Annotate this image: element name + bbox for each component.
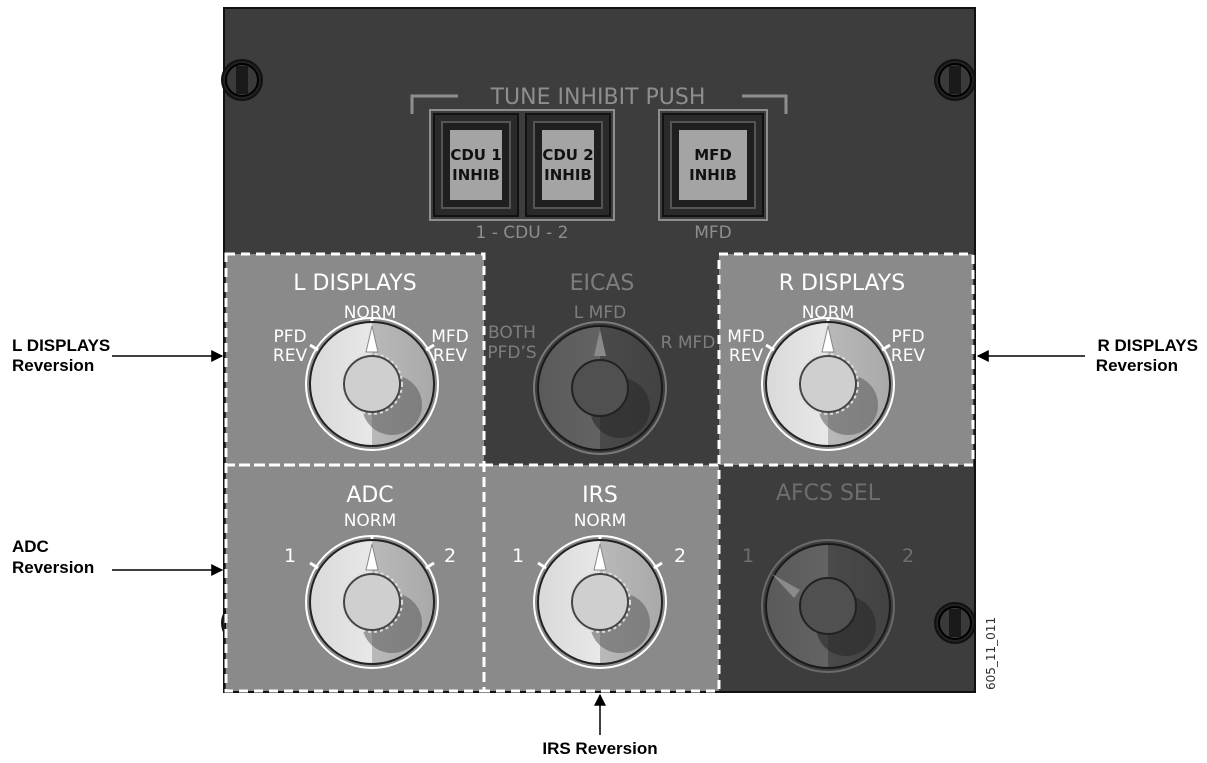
adc-title: ADC: [346, 483, 393, 508]
cdu2-inhibit-button[interactable]: CDU 2 INHIB: [525, 113, 611, 217]
irs-position-2-label: 2: [674, 545, 686, 567]
cdu1-inhibit-label-line1: CDU 1: [450, 146, 501, 164]
l-displays-pfd-rev-label: REV: [273, 346, 308, 366]
control-panel-diagram: TUNE INHIBIT PUSH 1 - CDU - 2 MFD CDU 1 …: [12, 7, 1198, 758]
eicas-pfds-label: PFD’S: [487, 343, 536, 363]
afcs-sel-title: AFCS SEL: [776, 481, 881, 506]
l-displays-callout-line2: Reversion: [12, 356, 94, 375]
r-displays-callout: R DISPLAYS Reversion: [976, 336, 1198, 375]
l-displays-title: L DISPLAYS: [293, 271, 416, 296]
afcs-position-2-label: 2: [902, 545, 914, 567]
eicas-lmfd-label: L MFD: [574, 303, 626, 323]
r-displays-callout-line1: R DISPLAYS: [1098, 336, 1198, 355]
adc-callout-line1: ADC: [12, 537, 49, 556]
tune-inhibit-label: TUNE INHIBIT PUSH: [490, 85, 706, 110]
screw-top-left-icon: [221, 59, 263, 101]
figure-id-label: 605_11_011: [984, 617, 998, 690]
mfd-inhibit-label-line2: INHIB: [689, 166, 737, 184]
adc-callout-line2: Reversion: [12, 558, 94, 577]
r-displays-title: R DISPLAYS: [779, 271, 905, 296]
cdu1-inhibit-button[interactable]: CDU 1 INHIB: [433, 113, 519, 217]
mfd-inhibit-button[interactable]: MFD INHIB: [662, 113, 764, 217]
mfd-inhibit-label-line1: MFD: [694, 146, 732, 164]
irs-norm-label: NORM: [574, 511, 627, 531]
adc-position-1-label: 1: [284, 545, 296, 567]
eicas-both-label: BOTH: [488, 323, 536, 343]
l-displays-mfd-label: MFD: [431, 327, 469, 347]
eicas-title: EICAS: [570, 271, 635, 296]
l-displays-callout-line1: L DISPLAYS: [12, 336, 110, 355]
cdu2-inhibit-label-line2: INHIB: [544, 166, 592, 184]
l-displays-pfd-label: PFD: [273, 327, 306, 347]
adc-norm-label: NORM: [344, 511, 397, 531]
adc-position-2-label: 2: [444, 545, 456, 567]
irs-position-1-label: 1: [512, 545, 524, 567]
afcs-position-1-label: 1: [742, 545, 754, 567]
r-displays-callout-line2: Reversion: [1096, 356, 1178, 375]
screw-bottom-right-icon: [934, 602, 976, 644]
screw-top-right-icon: [934, 59, 976, 101]
eicas-rmfd-label: R MFD: [661, 333, 716, 353]
r-displays-mfd-rev-label: REV: [729, 346, 764, 366]
r-displays-pfd-label: PFD: [891, 327, 924, 347]
irs-callout-line1: IRS Reversion: [542, 739, 657, 758]
cdu2-inhibit-label-line1: CDU 2: [542, 146, 593, 164]
l-displays-mfd-rev-label: REV: [433, 346, 468, 366]
irs-callout: IRS Reversion: [542, 693, 658, 758]
cdu1-inhibit-label-line2: INHIB: [452, 166, 500, 184]
adc-callout: ADC Reversion: [12, 537, 224, 577]
mfd-group-label: MFD: [694, 223, 732, 243]
r-displays-mfd-label: MFD: [727, 327, 765, 347]
irs-title: IRS: [582, 483, 618, 508]
l-displays-callout: L DISPLAYS Reversion: [12, 336, 224, 375]
r-displays-pfd-rev-label: REV: [891, 346, 926, 366]
cdu-group-label: 1 - CDU - 2: [476, 223, 569, 243]
